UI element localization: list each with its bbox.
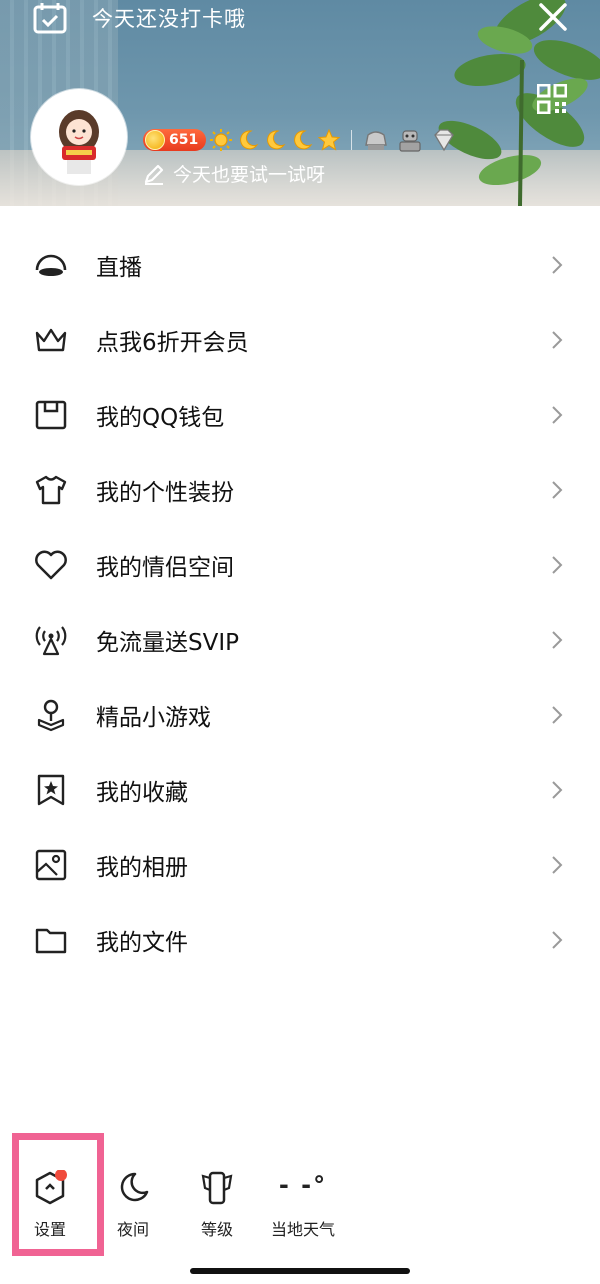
shirt-icon [35,475,67,504]
chevron-right-icon [552,930,563,949]
coin-icon [145,130,165,150]
chevron-right-icon [552,855,563,874]
menu-item-label: 我的QQ钱包 [96,404,225,431]
star-level-icon [317,128,341,151]
menu-item-album[interactable]: 我的相册 [0,827,600,902]
qr-code-icon[interactable] [537,84,567,114]
home-indicator[interactable] [190,1268,410,1274]
settings-button[interactable]: 设置 [10,1170,90,1240]
signal-tower-icon [35,625,67,655]
signature[interactable]: 今天也要试一试呀 [143,160,325,187]
signature-text: 今天也要试一试呀 [173,164,326,186]
chevron-right-icon [552,405,563,424]
menu-item-label: 我的收藏 [96,779,188,806]
photo-icon [35,849,67,880]
menu-item-label: 直播 [96,254,142,281]
level-badge-icon [201,1171,233,1205]
chevron-right-icon [552,780,563,799]
menu-item-label: 我的情侣空间 [96,554,234,581]
moon-level-icon [240,130,259,150]
close-icon[interactable] [536,0,570,34]
checkin-reminder[interactable]: 今天还没打卡哦 [32,2,246,34]
heart-icon [35,550,67,579]
badge-divider [351,130,353,150]
menu-item-label: 精品小游戏 [96,704,211,731]
chevron-right-icon [552,555,563,574]
joystick-icon [37,699,65,731]
menu-item-wallet[interactable]: 我的QQ钱包 [0,377,600,452]
menu-item-label: 我的个性装扮 [96,479,234,506]
weather-label: 当地天气 [270,1220,335,1239]
wallet-icon [35,400,67,429]
menu-item-theme[interactable]: 我的个性装扮 [0,452,600,527]
moon-level-icon [267,130,286,150]
chevron-right-icon [552,330,563,349]
chevron-right-icon [552,630,563,649]
level-badges[interactable]: 651 [143,127,464,153]
diamond-badge-icon [434,129,455,152]
bottom-toolbar: 设置 夜间 等级 - -° 当地天气 [0,1130,600,1260]
avatar[interactable] [31,89,127,185]
settings-icon [35,1170,67,1205]
checkin-text: 今天还没打卡哦 [92,7,246,31]
moon-icon [120,1172,149,1202]
menu-item-label: 我的文件 [96,929,188,956]
robot-badge-icon [399,130,421,152]
menu-item-label: 免流量送SVIP [96,629,239,656]
menu-item-live[interactable]: 直播 [0,227,600,302]
crown-icon [35,328,67,351]
weather-button[interactable]: - -° 当地天气 [263,1170,343,1240]
menu-item-files[interactable]: 我的文件 [0,902,600,977]
coin-badge: 651 [143,129,207,151]
level-label: 等级 [200,1220,233,1239]
plant-decoration-icon [438,0,600,206]
sun-level-icon [210,129,233,151]
settings-label: 设置 [33,1220,66,1239]
night-label: 夜间 [116,1220,149,1239]
bookmark-star-icon [37,774,65,805]
menu-item-favorites[interactable]: 我的收藏 [0,752,600,827]
live-icon [35,254,67,276]
coin-count: 651 [169,132,199,148]
menu-item-label: 我的相册 [96,854,188,881]
profile-header: 今天还没打卡哦 651 今天也要试一试呀 [0,0,600,206]
calendar-check-icon [33,3,67,34]
night-mode-button[interactable]: 夜间 [93,1170,173,1240]
level-button[interactable]: 等级 [177,1170,257,1240]
pen-icon [144,164,164,185]
notification-dot [55,1170,67,1181]
menu-item-couple-space[interactable]: 我的情侣空间 [0,527,600,602]
chevron-right-icon [552,480,563,499]
menu-item-label: 点我6折开会员 [96,329,249,356]
menu-item-free-data-svip[interactable]: 免流量送SVIP [0,602,600,677]
menu-item-mini-games[interactable]: 精品小游戏 [0,677,600,752]
menu-item-vip[interactable]: 点我6折开会员 [0,302,600,377]
weather-temperature: - -° [278,1171,328,1199]
avatar-girl-icon [34,92,124,182]
helmet-badge-icon [365,131,388,150]
folder-icon [35,928,67,953]
moon-level-icon [294,130,313,150]
chevron-right-icon [552,705,563,724]
chevron-right-icon [552,255,563,274]
